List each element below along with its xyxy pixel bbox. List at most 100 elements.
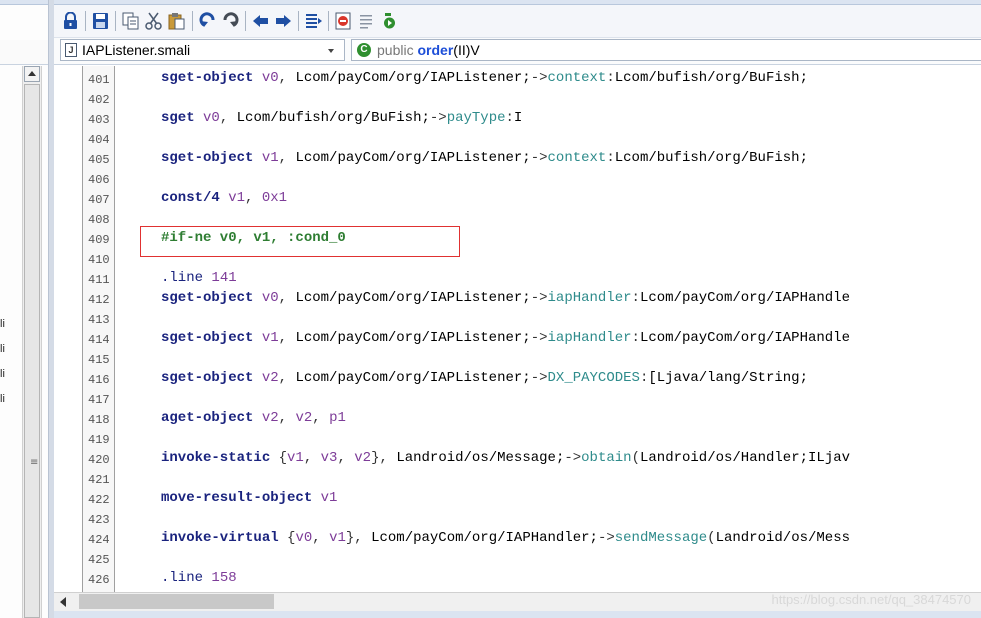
back-icon[interactable] — [252, 12, 269, 30]
code-line[interactable]: 425 — [54, 550, 981, 570]
code-token: .line — [161, 570, 212, 586]
code-token: payType — [446, 110, 506, 126]
code-line[interactable]: 426 .line 158 — [54, 570, 981, 590]
code-line[interactable]: 407 const/4 v1, 0x1 — [54, 190, 981, 210]
code-line[interactable]: 419 — [54, 430, 981, 450]
code-token: Lcom/payCom/org/IAPListener; — [295, 330, 531, 346]
code-line[interactable]: 422 move-result-object v1 — [54, 490, 981, 510]
code-token: : — [631, 330, 640, 346]
scroll-up-arrow-icon[interactable] — [24, 66, 40, 82]
code-token: : — [606, 70, 615, 86]
code-line[interactable]: 420 invoke-static {v1, v3, v2}, Landroid/… — [54, 450, 981, 470]
code-token: , — [303, 450, 321, 466]
line-number: 415 — [88, 353, 110, 367]
method-dropdown[interactable]: C public order(II)V — [351, 39, 981, 61]
code-editor: J IAPListener.smali C public order(II)V … — [54, 0, 981, 618]
line-number: 423 — [88, 513, 110, 527]
line-number: 420 — [88, 453, 110, 467]
code-line[interactable]: 414 sget-object v1, Lcom/payCom/org/IAPLi… — [54, 330, 981, 350]
code-token: -> — [530, 330, 548, 346]
code-token: context — [547, 70, 607, 86]
code-line[interactable]: 415 — [54, 350, 981, 370]
outline-icon[interactable] — [358, 12, 375, 30]
side-panel-scroll-thumb[interactable]: ≡ — [24, 84, 40, 618]
code-token: : — [505, 110, 514, 126]
code-token: , — [278, 370, 296, 386]
forward-icon[interactable] — [275, 12, 292, 30]
undo-icon[interactable] — [199, 12, 216, 30]
code-token: , — [219, 110, 237, 126]
lock-icon[interactable] — [62, 12, 79, 30]
code-token: -> — [597, 530, 615, 546]
file-dropdown[interactable]: J IAPListener.smali — [60, 39, 345, 61]
highlight-box — [140, 226, 460, 257]
chevron-down-icon[interactable] — [328, 49, 334, 53]
code-token: , — [278, 410, 296, 426]
code-token: sget — [161, 110, 204, 126]
code-token: I — [513, 110, 523, 126]
java-file-icon: J — [65, 43, 77, 57]
run-icon[interactable] — [381, 12, 398, 30]
code-token: Lcom/payCom/org/IAPHandle — [639, 290, 850, 306]
file-dropdown-value: IAPListener.smali — [82, 42, 191, 58]
code-token: Lcom/payCom/org/IAPListener; — [295, 70, 531, 86]
cut-icon[interactable] — [145, 12, 162, 30]
side-panel-vertical-scrollbar[interactable]: ≡ — [22, 66, 42, 618]
bookmark-icon[interactable] — [335, 12, 352, 30]
line-number: 417 — [88, 393, 110, 407]
code-line[interactable]: 423 — [54, 510, 981, 530]
toolbar-separator — [115, 11, 116, 31]
code-line[interactable]: 405 sget-object v1, Lcom/payCom/org/IAPLi… — [54, 150, 981, 170]
code-token: 141 — [211, 270, 237, 286]
code-token: v0 — [295, 530, 313, 546]
save-icon[interactable] — [92, 12, 109, 30]
code-line[interactable]: 412 sget-object v0, Lcom/payCom/org/IAPLi… — [54, 290, 981, 310]
code-line[interactable]: 417 — [54, 390, 981, 410]
redo-icon[interactable] — [222, 12, 239, 30]
code-token: }, — [345, 530, 372, 546]
code-text: .line 158 — [161, 570, 237, 586]
method-dropdown-value: public order(II)V — [377, 42, 480, 58]
code-view[interactable]: 401 sget-object v0, Lcom/payCom/org/IAPLi… — [54, 66, 981, 592]
line-number: 425 — [88, 553, 110, 567]
code-text: move-result-object v1 — [161, 490, 337, 506]
code-text: invoke-virtual {v0, v1}, Lcom/payCom/org… — [161, 530, 850, 546]
copy-icon[interactable] — [122, 12, 139, 30]
code-token: Lcom/payCom/org/IAPListener; — [295, 290, 531, 306]
line-number: 401 — [88, 73, 110, 87]
code-token: : — [631, 290, 640, 306]
code-token: invoke-static — [161, 450, 279, 466]
code-token: Lcom/payCom/org/IAPHandle — [639, 330, 850, 346]
code-line[interactable]: 404 — [54, 130, 981, 150]
code-line[interactable]: 401 sget-object v0, Lcom/payCom/org/IAPLi… — [54, 70, 981, 90]
code-token: , — [312, 410, 330, 426]
code-line[interactable]: 406 — [54, 170, 981, 190]
code-line[interactable]: 418 aget-object v2, v2, p1 — [54, 410, 981, 430]
line-number: 411 — [88, 273, 110, 287]
scroll-left-arrow-icon[interactable] — [60, 597, 66, 607]
code-line[interactable]: 411 .line 141 — [54, 270, 981, 290]
code-token: , — [278, 330, 296, 346]
paste-icon[interactable] — [168, 12, 185, 30]
code-token: sget-object — [161, 290, 262, 306]
method-name: order — [417, 42, 454, 58]
code-token: Lcom/bufish/org/BuFish; — [614, 150, 808, 166]
code-line[interactable]: 413 — [54, 310, 981, 330]
code-line[interactable]: 416 sget-object v2, Lcom/payCom/org/IAPLi… — [54, 370, 981, 390]
code-token: v1 — [329, 530, 346, 546]
code-line[interactable]: 403 sget v0, Lcom/bufish/org/BuFish;->pay… — [54, 110, 981, 130]
code-token: , — [278, 290, 296, 306]
code-text: sget v0, Lcom/bufish/org/BuFish;->payTyp… — [161, 110, 522, 126]
code-token: Lcom/payCom/org/IAPListener; — [295, 150, 531, 166]
code-line[interactable]: 424 invoke-virtual {v0, v1}, Lcom/payCom/… — [54, 530, 981, 550]
line-number: 419 — [88, 433, 110, 447]
horizontal-scroll-thumb[interactable] — [79, 594, 274, 609]
code-text: sget-object v0, Lcom/payCom/org/IAPListe… — [161, 290, 850, 306]
code-line[interactable]: 421 — [54, 470, 981, 490]
toolbar-separator — [85, 11, 86, 31]
code-line[interactable]: 402 — [54, 90, 981, 110]
code-token: v0 — [203, 110, 220, 126]
toolbar-separator — [245, 11, 246, 31]
code-token: v0 — [261, 70, 279, 86]
list-icon[interactable] — [305, 12, 322, 30]
